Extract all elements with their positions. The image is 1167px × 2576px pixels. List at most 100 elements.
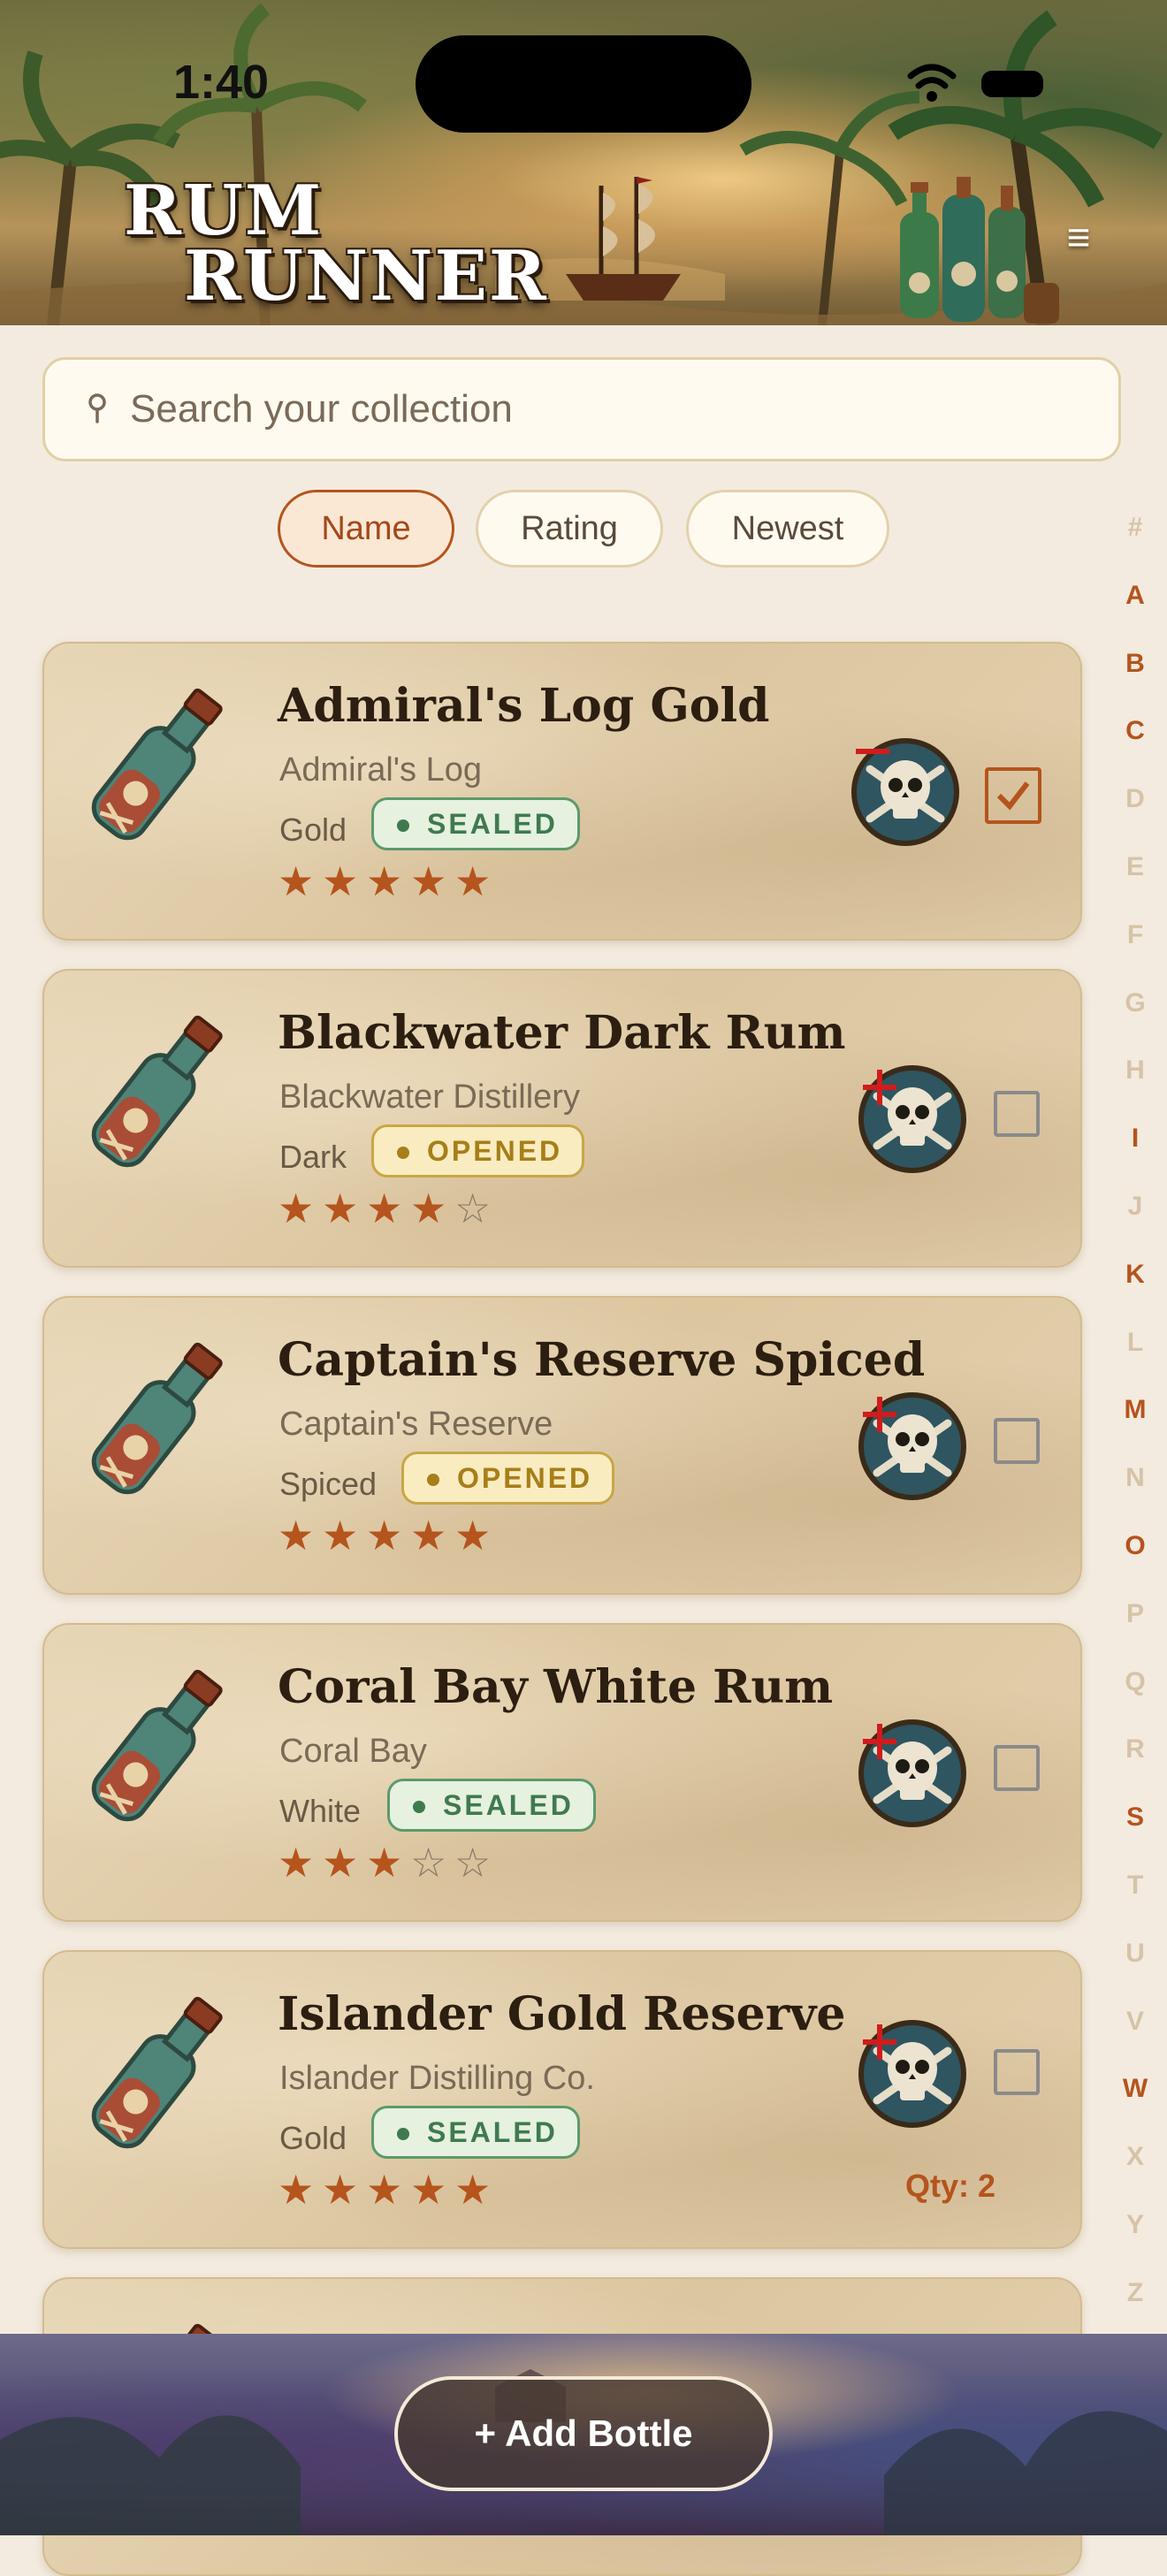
alphabet-index-letter[interactable]: V (1116, 2007, 1155, 2037)
alphabet-index-letter[interactable]: L (1116, 1328, 1155, 1358)
search-input[interactable] (130, 360, 1085, 459)
star-filled-icon: ★ (278, 858, 315, 904)
alphabet-index-letter[interactable]: Y (1116, 2210, 1155, 2240)
rum-bottles-icon (900, 177, 1059, 324)
star-empty-icon: ☆ (410, 1840, 447, 1886)
skull-remove-icon[interactable] (850, 737, 960, 847)
star-filled-icon: ★ (322, 1840, 359, 1886)
alphabet-index-letter[interactable]: E (1116, 852, 1155, 882)
select-checkbox[interactable] (994, 2049, 1040, 2095)
star-filled-icon: ★ (366, 858, 403, 904)
star-filled-icon: ★ (454, 858, 492, 904)
bottle-type: White (279, 1793, 362, 1829)
search-bar[interactable] (42, 357, 1121, 461)
star-filled-icon: ★ (410, 1513, 447, 1559)
bottle-card[interactable]: Islander Gold Reserve Islander Distilling… (42, 1950, 1082, 2249)
alphabet-index-letter[interactable]: I (1116, 1124, 1155, 1154)
alphabet-index-letter[interactable]: X (1116, 2142, 1155, 2172)
bottle-card[interactable]: Admiral's Log Gold Admiral's Log Gold SEALE… (42, 642, 1082, 941)
bottle-brand: Admiral's Log (279, 751, 483, 789)
bottle-card[interactable]: Captain's Reserve Spiced Captain's Reserv… (42, 1296, 1082, 1595)
skull-add-icon[interactable] (858, 1391, 967, 1501)
bottle-name: Admiral's Log Gold (278, 679, 770, 733)
alphabet-index-letter[interactable]: H (1116, 1056, 1155, 1086)
alphabet-index-letter[interactable]: O (1116, 1531, 1155, 1561)
bottle-name: Captain's Reserve Spiced (278, 1333, 926, 1387)
alphabet-index-letter[interactable]: K (1116, 1260, 1155, 1290)
alphabet-index-letter[interactable]: U (1116, 1939, 1155, 1969)
rum-bottle-icon (78, 677, 237, 854)
status-dot-icon (397, 2128, 409, 2140)
star-filled-icon: ★ (278, 1185, 315, 1231)
alphabet-index-letter[interactable]: P (1116, 1599, 1155, 1629)
status-dot-icon (413, 1801, 425, 1813)
star-rating: ★ ★ ★ ★ ★ (278, 1513, 499, 1558)
bottle-name: Blackwater Dark Rum (278, 1006, 846, 1060)
bottle-type: Gold (279, 812, 347, 848)
alphabet-index-letter[interactable]: F (1116, 920, 1155, 950)
star-rating: ★ ★ ★ ★ ★ (278, 2168, 499, 2212)
select-checkbox[interactable] (985, 767, 1041, 824)
alphabet-index-letter[interactable]: Q (1116, 1667, 1155, 1697)
bottle-brand: Coral Bay (279, 1733, 427, 1770)
header-banner: 1:40 RUM RUNNER ≡ (0, 0, 1167, 325)
star-rating: ★ ★ ★ ★ ☆ (278, 1186, 499, 1231)
search-icon (88, 393, 106, 423)
bottle-card[interactable]: Coral Bay White Rum Coral Bay White SEALED ★… (42, 1623, 1082, 1922)
status-badge: OPENED (371, 1124, 585, 1177)
rum-bottle-icon (78, 1331, 237, 1508)
alphabet-index-letter[interactable]: J (1116, 1192, 1155, 1222)
sort-chip-rating[interactable]: Rating (476, 490, 663, 568)
skull-add-icon[interactable] (858, 1719, 967, 1828)
sort-chip-name[interactable]: Name (278, 490, 454, 568)
add-bottle-button[interactable]: + Add Bottle (394, 2376, 773, 2491)
status-badge-label: SEALED (427, 2116, 558, 2148)
star-filled-icon: ★ (366, 1513, 403, 1559)
alphabet-index-letter[interactable]: G (1116, 988, 1155, 1018)
status-badge-label: SEALED (443, 1789, 574, 1821)
star-rating: ★ ★ ★ ★ ★ (278, 859, 499, 903)
star-filled-icon: ★ (454, 2167, 492, 2213)
star-empty-icon: ☆ (454, 1840, 492, 1886)
alphabet-index-letter[interactable]: S (1116, 1802, 1155, 1833)
alphabet-index-letter[interactable]: A (1116, 581, 1155, 611)
alphabet-index-letter[interactable]: R (1116, 1734, 1155, 1764)
star-filled-icon: ★ (366, 2167, 403, 2213)
alphabet-index-letter[interactable]: # (1116, 513, 1155, 543)
bottle-card[interactable]: Blackwater Dark Rum Blackwater Distillery… (42, 969, 1082, 1268)
select-checkbox[interactable] (994, 1745, 1040, 1791)
app-logo: RUM RUNNER (124, 177, 566, 316)
alphabet-index-letter[interactable]: M (1116, 1395, 1155, 1425)
status-time: 1:40 (173, 56, 270, 109)
quantity-label: Qty: 2 (905, 2168, 996, 2204)
star-filled-icon: ★ (366, 1185, 403, 1231)
dynamic-island (416, 35, 751, 133)
skull-add-icon[interactable] (858, 2019, 967, 2129)
alphabet-index-letter[interactable]: Z (1116, 2278, 1155, 2308)
skull-add-icon[interactable] (858, 1064, 967, 1174)
alphabet-index-letter[interactable]: D (1116, 784, 1155, 814)
alphabet-index-letter[interactable]: B (1116, 649, 1155, 679)
select-checkbox[interactable] (994, 1091, 1040, 1137)
status-badge-label: SEALED (427, 808, 558, 840)
star-filled-icon: ★ (454, 1513, 492, 1559)
rum-bottle-icon (78, 1985, 237, 2162)
star-filled-icon: ★ (278, 1513, 315, 1559)
logo-line-2: RUNNER (184, 236, 548, 316)
menu-button[interactable]: ≡ (1057, 217, 1100, 257)
sort-chip-newest[interactable]: Newest (686, 490, 889, 568)
star-filled-icon: ★ (322, 1185, 359, 1231)
checkmark-icon (996, 781, 1030, 811)
star-rating: ★ ★ ★ ☆ ☆ (278, 1841, 499, 1885)
status-dot-icon (397, 819, 409, 832)
bottle-brand: Captain's Reserve (279, 1406, 553, 1443)
alphabet-index-letter[interactable]: N (1116, 1463, 1155, 1493)
select-checkbox[interactable] (994, 1418, 1040, 1464)
alphabet-index-letter[interactable]: W (1116, 2074, 1155, 2104)
bottle-type: Gold (279, 2120, 347, 2156)
star-filled-icon: ★ (322, 1513, 359, 1559)
bottle-type: Spiced (279, 1466, 378, 1502)
alphabet-index-letter[interactable]: C (1116, 716, 1155, 746)
bottle-name: Coral Bay White Rum (278, 1660, 834, 1714)
alphabet-index-letter[interactable]: T (1116, 1871, 1155, 1901)
